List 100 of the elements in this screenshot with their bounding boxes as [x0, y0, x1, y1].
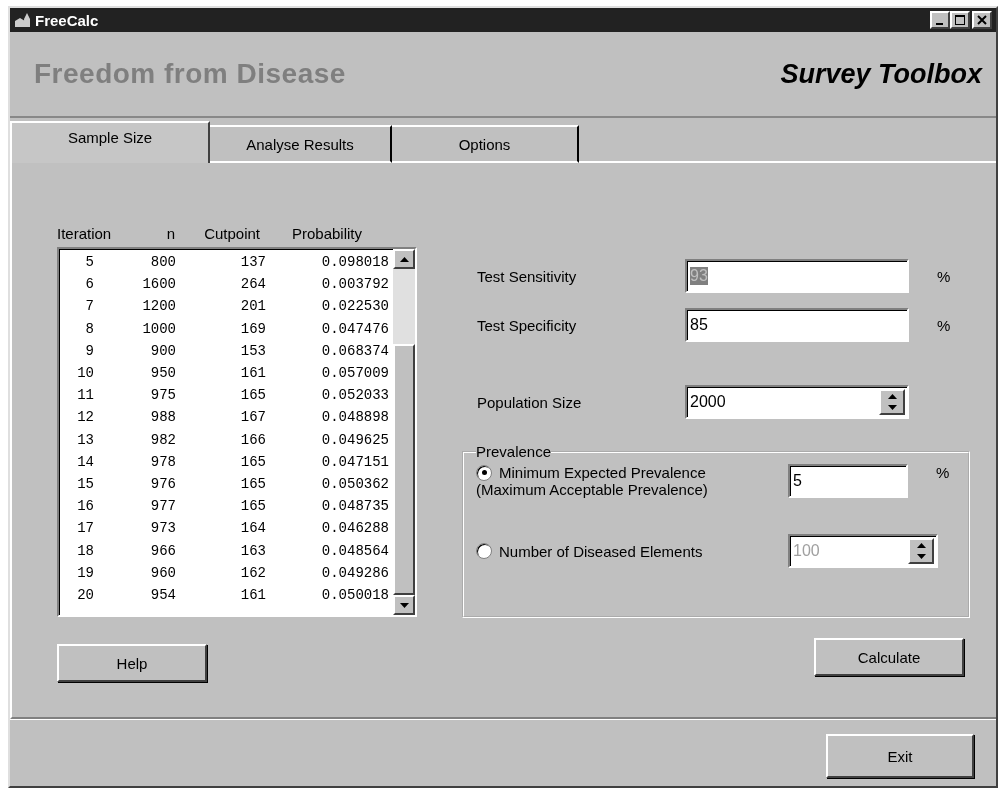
- tab[interactable]: Analyse Results: [210, 125, 392, 163]
- scroll-down-icon[interactable]: [399, 602, 409, 608]
- window-title: FreeCalc: [35, 11, 99, 29]
- table-cell-text: 0.052033: [320, 387, 389, 404]
- table-cell-text: 900: [149, 342, 176, 359]
- table-cell-text: 0.048735: [320, 498, 389, 515]
- input-field[interactable]: 2000: [685, 385, 909, 419]
- table-cell-text: 10: [76, 365, 94, 382]
- table-cell-text: 978: [149, 453, 176, 470]
- table-cell-text: 982: [149, 431, 176, 448]
- table-cell-text: 5: [84, 254, 94, 271]
- percent-sign: %: [937, 267, 951, 285]
- table-cell-text: 0.098018: [320, 254, 389, 271]
- percent-sign: %: [937, 316, 951, 334]
- minimize-icon: [935, 22, 943, 25]
- input-field[interactable]: 85: [685, 308, 909, 342]
- maximize-icon: [954, 14, 966, 26]
- table-cell-text: 9: [84, 342, 94, 359]
- exit-button[interactable]: Exit: [826, 734, 974, 778]
- table-cell-text: 975: [149, 387, 176, 404]
- help-button[interactable]: Help: [57, 644, 207, 682]
- group-title: Prevalence: [476, 443, 552, 460]
- tab[interactable]: Options: [392, 125, 579, 163]
- app-heading: Freedom from Disease: [34, 58, 346, 90]
- table-cell-text: 161: [239, 586, 266, 603]
- table-cell-text: 800: [149, 254, 176, 271]
- table-cell-text: 7: [84, 298, 94, 315]
- table-cell-text: 12: [76, 409, 94, 426]
- table-cell-text: 954: [149, 586, 176, 603]
- close-button[interactable]: [972, 11, 992, 29]
- spinner-arrows-icon[interactable]: [908, 538, 934, 564]
- table-cell-text: 13: [76, 431, 94, 448]
- table-cell-text: 18: [76, 542, 94, 559]
- table-cell-text: 966: [149, 542, 176, 559]
- table-cell-text: 0.049625: [320, 431, 389, 448]
- table-cell-text: 167: [239, 409, 266, 426]
- table-cell-text: 163: [239, 542, 266, 559]
- table-cell-text: 1200: [141, 298, 176, 315]
- table-cell-text: 0.022530: [320, 298, 389, 315]
- table-cell-text: 201: [239, 298, 266, 315]
- close-icon: [976, 14, 988, 26]
- table-cell-text: 14: [76, 453, 94, 470]
- table-cell-text: 0.049286: [320, 564, 389, 581]
- percent-sign: %: [936, 464, 950, 481]
- table-cell-text: 161: [239, 365, 266, 382]
- table-cell-text: 988: [149, 409, 176, 426]
- scroll-thumb[interactable]: [393, 344, 415, 595]
- table-cell-text: 166: [239, 431, 266, 448]
- table-cell-text: 0.047151: [320, 453, 389, 470]
- table-cell-text: 960: [149, 564, 176, 581]
- table-cell-text: 0.003792: [320, 276, 389, 293]
- table-cell-text: 973: [149, 520, 176, 537]
- table-cell-text: 976: [149, 475, 176, 492]
- column-header: n: [165, 225, 175, 244]
- minimize-button[interactable]: [930, 11, 950, 29]
- table-cell-text: 162: [239, 564, 266, 581]
- table-cell-text: 0.046288: [320, 520, 389, 537]
- table-cell-text: 950: [149, 365, 176, 382]
- field-label: Test Specificity: [477, 316, 578, 334]
- table-cell-text: 164: [239, 520, 266, 537]
- table-cell-text: 264: [239, 276, 266, 293]
- brand-title: Survey Toolbox: [780, 58, 982, 90]
- table-cell-text: 169: [239, 320, 266, 337]
- table-cell-text: 8: [84, 320, 94, 337]
- table-cell-text: 1000: [141, 320, 176, 337]
- table-cell-text: 0.050362: [320, 475, 389, 492]
- table-cell-text: 16: [76, 498, 94, 515]
- field-label: Population Size: [477, 393, 583, 411]
- table-cell-text: 6: [84, 276, 94, 293]
- table-cell-text: 1600: [141, 276, 176, 293]
- table-cell-text: 153: [239, 342, 266, 359]
- table-cell-text: 0.048564: [320, 542, 389, 559]
- table-cell-text: 20: [76, 586, 94, 603]
- input-field[interactable]: 5: [788, 464, 908, 498]
- column-header: Probability: [290, 225, 362, 244]
- field-label: Test Sensitivity: [477, 267, 578, 285]
- scroll-up-icon[interactable]: [399, 256, 409, 262]
- table-cell-text: 17: [76, 520, 94, 537]
- table-cell-text: 165: [239, 387, 266, 404]
- maximize-button[interactable]: [950, 11, 970, 29]
- table-cell-text: 0.048898: [320, 409, 389, 426]
- scrollbar[interactable]: [393, 249, 415, 615]
- table-cell-text: 165: [239, 453, 266, 470]
- table-cell-text: 0.068374: [320, 342, 389, 359]
- table-cell-text: 0.050018: [320, 586, 389, 603]
- table-cell-text: 19: [76, 564, 94, 581]
- column-header: Cutpoint: [203, 225, 260, 244]
- spinner-arrows-icon[interactable]: [879, 389, 905, 415]
- table-cell-text: 137: [239, 254, 266, 271]
- house-icon: [14, 12, 32, 28]
- table-cell-text: 0.047476: [320, 320, 389, 337]
- column-header: Iteration: [57, 225, 113, 244]
- option-sublabel: (Maximum Acceptable Prevalence): [476, 481, 709, 498]
- tab[interactable]: Sample Size: [10, 121, 210, 163]
- table-cell-text: 165: [239, 475, 266, 492]
- table-cell-text: 11: [76, 387, 94, 404]
- table-cell-text: 977: [149, 498, 176, 515]
- option-label[interactable]: Minimum Expected Prevalence: [499, 464, 706, 481]
- calculate-button[interactable]: Calculate: [814, 638, 964, 676]
- table-cell-text: 0.057009: [320, 365, 389, 382]
